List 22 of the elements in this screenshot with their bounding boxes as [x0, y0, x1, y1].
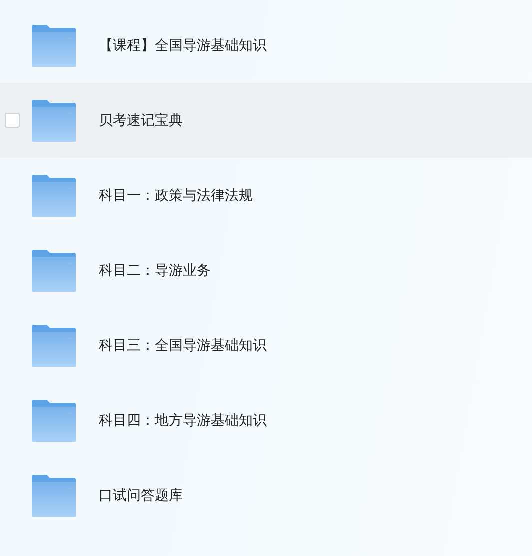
folder-row[interactable]: 科目一：政策与法律法规 [0, 158, 532, 233]
folder-name: 贝考速记宝典 [99, 112, 183, 130]
folder-name: 口试问答题库 [99, 486, 183, 504]
folder-row[interactable]: 【课程】全国导游基础知识 [0, 8, 532, 83]
folder-row[interactable]: 科目四：地方导游基础知识 [0, 383, 532, 458]
folder-icon [32, 174, 76, 216]
folder-name: 【课程】全国导游基础知识 [99, 36, 267, 54]
folder-icon [32, 400, 76, 442]
folder-row[interactable]: 科目二：导游业务 [0, 233, 532, 308]
folder-icon [32, 24, 76, 66]
folder-icon [32, 250, 76, 292]
folder-name: 科目一：政策与法律法规 [99, 186, 253, 204]
folder-icon [32, 324, 76, 366]
folder-icon [32, 100, 76, 142]
folder-name: 科目四：地方导游基础知识 [99, 412, 267, 430]
folder-row[interactable]: 贝考速记宝典 [0, 83, 532, 158]
folder-name: 科目三：全国导游基础知识 [99, 336, 267, 354]
folder-row[interactable]: 科目三：全国导游基础知识 [0, 308, 532, 383]
folder-row[interactable]: 口试问答题库 [0, 458, 532, 533]
folder-icon [32, 474, 76, 516]
folder-name: 科目二：导游业务 [99, 262, 211, 280]
checkbox[interactable] [5, 113, 20, 128]
